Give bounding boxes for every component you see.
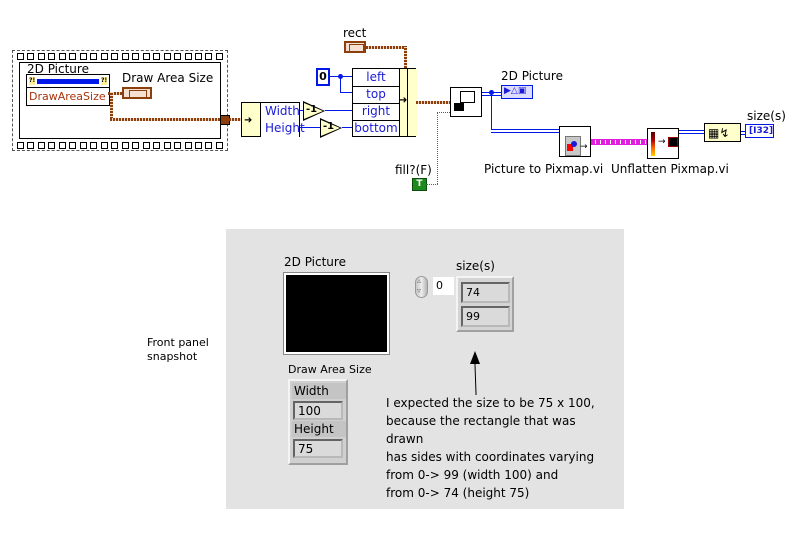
- bundle-by-name[interactable]: left top right bottom ➜: [352, 68, 417, 137]
- cluster-icon: [349, 44, 364, 52]
- height-value[interactable]: 75: [293, 439, 343, 458]
- fill-label: fill?(F): [395, 163, 432, 177]
- note-line: from 0-> 99 (width 100) and: [386, 468, 559, 482]
- width-value[interactable]: 100: [293, 401, 343, 420]
- annotation-arrow-shaft: [474, 362, 477, 396]
- numeric-wire: [340, 92, 352, 93]
- array-size-function[interactable]: ▦↯: [704, 123, 741, 142]
- array-index-input[interactable]: 0: [433, 277, 454, 295]
- numeric-constant-zero[interactable]: 0: [316, 68, 330, 86]
- unflatten-pixmap-label: Unflatten Pixmap.vi: [611, 162, 729, 176]
- cluster-icon: [129, 90, 147, 98]
- size-array-indicator: 74 99: [456, 276, 514, 332]
- unbundle-field-height[interactable]: Height: [260, 120, 305, 137]
- array-index-spinner[interactable]: [415, 276, 428, 298]
- draw-area-size-cluster: Width 100 Height 75: [288, 379, 348, 465]
- pixel-grid-icon: [668, 137, 678, 147]
- bundle-field-bottom[interactable]: bottom: [353, 120, 399, 137]
- annotation-arrow-head: [470, 351, 480, 364]
- array-grid-icon: ▦↯: [708, 126, 730, 140]
- draw-area-size-indicator-terminal[interactable]: [122, 87, 152, 99]
- front-panel-caption: Front panel snapshot: [147, 336, 209, 363]
- cluster-wire: [110, 118, 222, 121]
- rect-cluster-constant[interactable]: [344, 41, 366, 53]
- picture-display[interactable]: [283, 272, 390, 355]
- property-item-drawareasize[interactable]: DrawAreaSize: [27, 87, 109, 105]
- draw-area-size-cluster-label: Draw Area Size: [288, 363, 372, 376]
- property-node[interactable]: ?!?! DrawAreaSize: [26, 74, 110, 106]
- boolean-wire: [437, 112, 438, 184]
- unbundle-field-width[interactable]: Width: [260, 103, 300, 121]
- frame-film-strip-top: [17, 52, 223, 60]
- bundle-field-top[interactable]: top: [353, 86, 399, 104]
- frame-film-strip-bottom: [17, 141, 223, 149]
- size-element-0[interactable]: 74: [461, 282, 510, 303]
- note-line: I expected the size to be 75 x 100,: [386, 396, 595, 410]
- note-line: because the rectangle that was drawn: [386, 414, 576, 446]
- boolean-wire: [426, 184, 438, 185]
- cluster-wire: [366, 46, 406, 49]
- width-label: Width: [292, 383, 346, 399]
- unflatten-pixmap-vi[interactable]: →: [647, 128, 679, 159]
- blue-circle: [571, 141, 577, 147]
- draw-area-size-label: Draw Area Size: [122, 71, 214, 85]
- rect-label: rect: [343, 26, 367, 40]
- 2d-array-wire: [679, 130, 704, 134]
- front-panel-snapshot: 2D Picture size(s) 0 74 99 Draw Area Siz…: [226, 229, 624, 509]
- size-indicator-label: size(s): [747, 109, 786, 123]
- cluster-wire: [404, 46, 407, 68]
- rect-fill-icon: [454, 103, 464, 111]
- arrow-icon: ➜: [244, 115, 253, 126]
- numeric-wire: [325, 110, 353, 111]
- picture-terminal-icon: ▶△▣: [504, 86, 527, 96]
- draw-rect-vi[interactable]: [450, 87, 482, 117]
- picture-indicator-label: 2D Picture: [501, 69, 563, 83]
- picture-control-label: 2D Picture: [284, 255, 346, 269]
- property-node-header: ?!?!: [29, 77, 108, 86]
- bundle-field-right[interactable]: right: [353, 103, 399, 121]
- size-element-1[interactable]: 99: [461, 306, 510, 327]
- unbundle-by-name[interactable]: ➜ Width Height: [241, 102, 305, 137]
- arrow-icon: →: [658, 137, 666, 147]
- bundle-field-left[interactable]: left: [353, 69, 399, 87]
- note-line: has sides with coordinates varying: [386, 450, 595, 464]
- picture-indicator-terminal[interactable]: ▶△▣: [501, 85, 533, 99]
- arrow-icon: →: [580, 142, 588, 152]
- numeric-wire: [300, 127, 320, 128]
- wire-junction: [338, 74, 343, 79]
- height-label: Height: [292, 421, 346, 437]
- picture-icon: [460, 91, 475, 103]
- picture-wire: [491, 129, 559, 133]
- picture-to-pixmap-vi[interactable]: →: [559, 126, 591, 157]
- boolean-wire: [437, 112, 450, 113]
- size-indicator-terminal[interactable]: [I32]: [745, 124, 774, 138]
- boolean-constant-true[interactable]: T: [412, 178, 427, 191]
- size-array-label: size(s): [456, 259, 495, 273]
- annotation-note: I expected the size to be 75 x 100, beca…: [386, 394, 616, 502]
- arrow-icon: ➜: [399, 95, 408, 106]
- cluster-wire: [416, 101, 450, 104]
- color-bar-icon: [651, 132, 655, 156]
- note-line: from 0-> 74 (height 75): [386, 486, 530, 500]
- cluster-wire: [110, 92, 113, 119]
- picture-wire: [491, 93, 492, 130]
- pixmap-wire: [591, 139, 647, 145]
- picture-to-pixmap-label: Picture to Pixmap.vi: [484, 162, 604, 176]
